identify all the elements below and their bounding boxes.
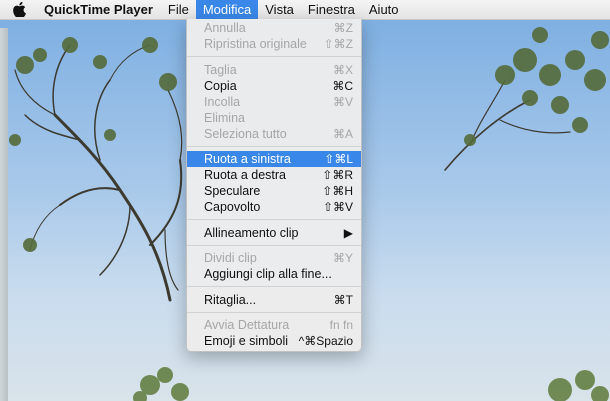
- menu-item-copia[interactable]: Copia ⌘C: [187, 78, 361, 94]
- menu-separator: [187, 245, 361, 246]
- menu-vista[interactable]: Vista: [258, 0, 301, 19]
- menu-item-taglia: Taglia ⌘X: [204, 63, 353, 77]
- apple-menu[interactable]: [0, 2, 38, 17]
- menu-item-incolla: Incolla ⌘V: [204, 95, 353, 109]
- menu-item-speculare[interactable]: Speculare ⇧⌘H: [187, 183, 361, 199]
- menu-item-elimina: Elimina: [204, 111, 245, 125]
- menu-item-ritaglia[interactable]: Ritaglia... ⌘T: [187, 292, 361, 308]
- menu-item-emoji-e-simboli[interactable]: Emoji e simboli ^⌘Spazio: [187, 333, 361, 349]
- menu-item-ruota-a-sinistra[interactable]: Ruota a sinistra ⇧⌘L: [187, 151, 361, 167]
- menu-item-annulla: Annulla ⌘Z: [204, 21, 353, 35]
- menu-item-avvia-dettatura: Avvia Dettatura fn fn: [204, 318, 353, 332]
- menu-item-capovolto[interactable]: Capovolto ⇧⌘V: [187, 199, 361, 215]
- menu-separator: [187, 146, 361, 147]
- menu-item-ripristina-originale: Ripristina originale ⇧⌘Z: [204, 37, 353, 51]
- menu-aiuto[interactable]: Aiuto: [362, 0, 406, 19]
- app-menu[interactable]: QuickTime Player: [38, 0, 161, 19]
- menu-separator: [187, 312, 361, 313]
- menu-item-seleziona-tutto: Seleziona tutto ⌘A: [204, 127, 353, 141]
- menu-separator: [187, 219, 361, 220]
- menu-separator: [187, 56, 361, 57]
- menu-finestra[interactable]: Finestra: [301, 0, 362, 19]
- menu-file[interactable]: File: [161, 0, 196, 19]
- menu-item-dividi-clip: Dividi clip ⌘Y: [204, 251, 353, 265]
- menu-item-allineamento-clip[interactable]: Allineamento clip ▶: [187, 225, 361, 241]
- menu-item-ruota-a-destra[interactable]: Ruota a destra ⇧⌘R: [187, 167, 361, 183]
- menu-modifica[interactable]: Modifica: [195, 0, 259, 19]
- menu-bar: QuickTime Player File Modifica Vista Fin…: [0, 0, 610, 20]
- submenu-arrow-icon: ▶: [343, 226, 353, 240]
- modifica-dropdown: Annulla ⌘Z Ripristina originale ⇧⌘Z Taglia…: [186, 19, 362, 352]
- menu-item-aggiungi-clip[interactable]: Aggiungi clip alla fine...: [187, 266, 361, 282]
- apple-icon: [12, 2, 26, 17]
- menu-separator: [187, 286, 361, 287]
